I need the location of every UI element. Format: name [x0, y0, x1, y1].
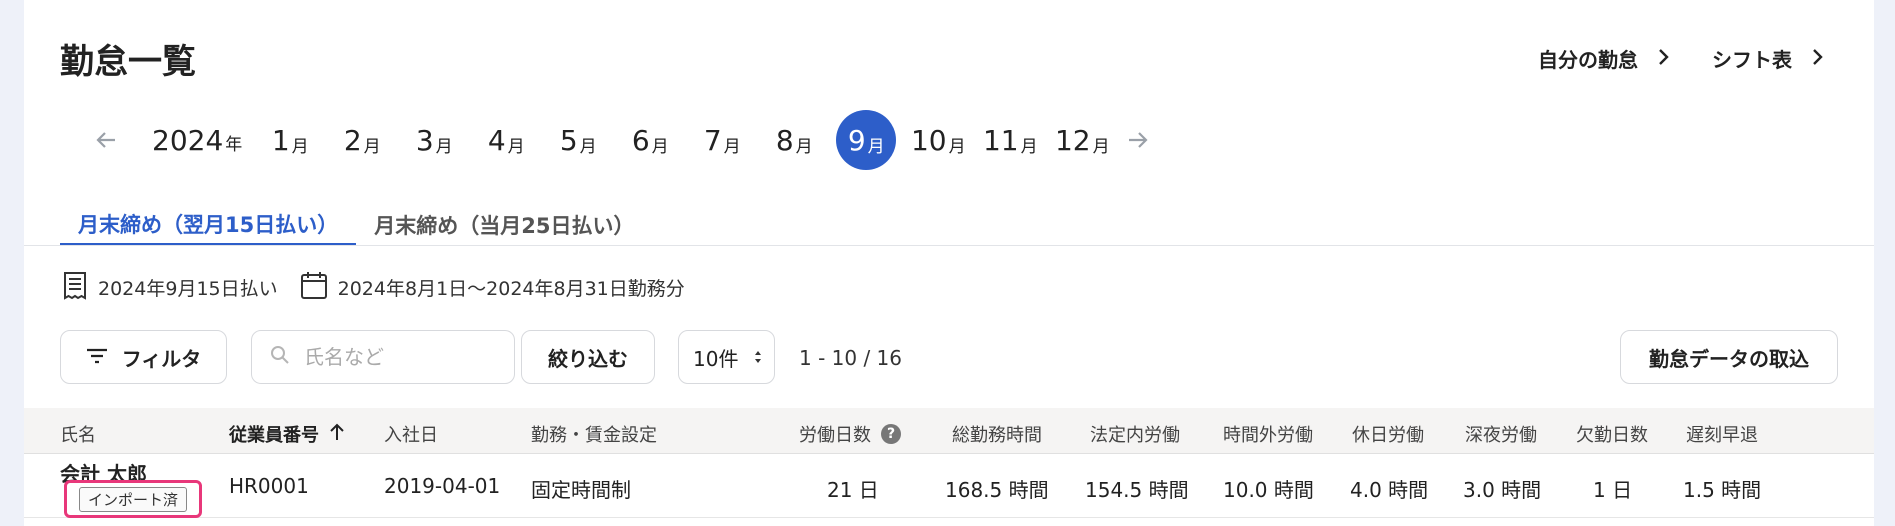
hire-date: 2019-04-01 [384, 474, 501, 498]
year-label[interactable]: 2024 年 [152, 124, 242, 157]
attendance-panel: 勤怠一覧 自分の勤怠 シフト表 2024 年 1月 2月 3月 4月 5月 6月 … [24, 0, 1874, 526]
wage-setting: 固定時間制 [531, 478, 631, 502]
col-overtime[interactable]: 時間外労働 [1223, 421, 1313, 447]
filter-button[interactable]: フィルタ [60, 330, 227, 384]
page-size-select[interactable]: 10件 [678, 330, 775, 384]
my-attendance-label: 自分の勤怠 [1538, 48, 1638, 72]
next-arrow-icon[interactable] [1118, 131, 1158, 149]
col-late-early[interactable]: 遅刻早退 [1686, 421, 1758, 447]
month-1[interactable]: 1月 [254, 110, 326, 170]
col-work-days[interactable]: 労働日数 ? [799, 421, 901, 447]
pay-date-text: 2024年9月15日払い [98, 278, 278, 300]
col-hire-date[interactable]: 入社日 [384, 421, 438, 447]
help-icon[interactable]: ? [881, 424, 901, 444]
month-3[interactable]: 3月 [398, 110, 470, 170]
closing-tabs: 月末締め（翌月15日払い） 月末締め（当月25日払い） [60, 204, 652, 246]
col-night[interactable]: 深夜労働 [1465, 421, 1537, 447]
search-icon [270, 345, 290, 369]
pay-date: 2024年9月15日払い [62, 270, 278, 305]
shift-table-label: シフト表 [1712, 48, 1792, 72]
holiday-hours: 4.0 時間 [1350, 478, 1429, 502]
month-6[interactable]: 6月 [614, 110, 686, 170]
chevron-right-icon [1658, 47, 1670, 71]
month-11[interactable]: 11 月 [974, 110, 1046, 170]
updown-icon [754, 345, 762, 369]
month-7[interactable]: 7月 [686, 110, 758, 170]
col-total-hours[interactable]: 総勤務時間 [952, 421, 1042, 447]
col-name[interactable]: 氏名 [60, 421, 96, 447]
month-4[interactable]: 4月 [470, 110, 542, 170]
month-8[interactable]: 8月 [758, 110, 830, 170]
tab-divider [24, 245, 1874, 246]
shift-table-link[interactable]: シフト表 [1712, 44, 1824, 73]
col-employee-no[interactable]: 従業員番号 [229, 421, 345, 447]
month-5[interactable]: 5月 [542, 110, 614, 170]
top-links: 自分の勤怠 シフト表 [1538, 44, 1824, 73]
import-status-badge: インポート済 [64, 480, 202, 518]
night-hours: 3.0 時間 [1463, 478, 1542, 502]
table-row[interactable]: 会計 太郎 インポート済 HR0001 2019-04-01 固定時間制 21 … [24, 454, 1874, 518]
toolbar: フィルタ 絞り込む 10件 1 - 10 / 16 勤怠データの取込 [60, 330, 1838, 386]
tab-next-month-15[interactable]: 月末締め（翌月15日払い） [60, 204, 357, 246]
import-attendance-button[interactable]: 勤怠データの取込 [1620, 330, 1838, 384]
page-size-value: 10件 [693, 346, 739, 371]
month-10[interactable]: 10 月 [902, 110, 974, 170]
overtime-hours: 10.0 時間 [1223, 478, 1314, 502]
work-period: 2024年8月1日〜2024年8月31日勤務分 [300, 270, 685, 305]
employee-no: HR0001 [229, 474, 309, 498]
filter-label: フィルタ [121, 346, 202, 371]
col-holiday[interactable]: 休日労働 [1352, 421, 1424, 447]
month-12[interactable]: 12 月 [1046, 110, 1118, 170]
late-early-hours: 1.5 時間 [1683, 478, 1762, 502]
prev-arrow-icon[interactable] [86, 131, 126, 149]
total-hours: 168.5 時間 [945, 478, 1049, 502]
legal-hours: 154.5 時間 [1085, 478, 1189, 502]
narrow-button[interactable]: 絞り込む [521, 330, 655, 384]
work-period-text: 2024年8月1日〜2024年8月31日勤務分 [337, 278, 685, 300]
chevron-right-icon [1812, 47, 1824, 71]
col-legal-hours[interactable]: 法定内労働 [1090, 421, 1180, 447]
tab-current-month-25[interactable]: 月末締め（当月25日払い） [356, 204, 652, 246]
work-days: 21 日 [827, 478, 879, 502]
month-9-selected[interactable]: 9月 [836, 110, 897, 170]
col-absence[interactable]: 欠勤日数 [1576, 421, 1648, 447]
pagination-range: 1 - 10 / 16 [799, 346, 903, 370]
table-header: 氏名 従業員番号 入社日 勤務・賃金設定 労働日数 ? 総勤務時間 法定内労働 … [24, 408, 1874, 454]
my-attendance-link[interactable]: 自分の勤怠 [1538, 44, 1670, 73]
page-title: 勤怠一覧 [60, 42, 196, 82]
filter-icon [86, 345, 108, 369]
col-wage-setting[interactable]: 勤務・賃金設定 [531, 421, 657, 447]
month-2[interactable]: 2月 [326, 110, 398, 170]
sort-ascending-icon [329, 423, 345, 446]
search-box[interactable] [251, 330, 515, 384]
receipt-icon [62, 270, 88, 305]
period-info: 2024年9月15日払い 2024年8月1日〜2024年8月31日勤務分 [62, 270, 685, 305]
search-input[interactable] [304, 345, 494, 369]
month-selector: 2024 年 1月 2月 3月 4月 5月 6月 7月 8月 9月 10 月 11 月… [86, 108, 1158, 172]
calendar-icon [300, 270, 328, 305]
absence-days: 1 日 [1593, 478, 1633, 502]
